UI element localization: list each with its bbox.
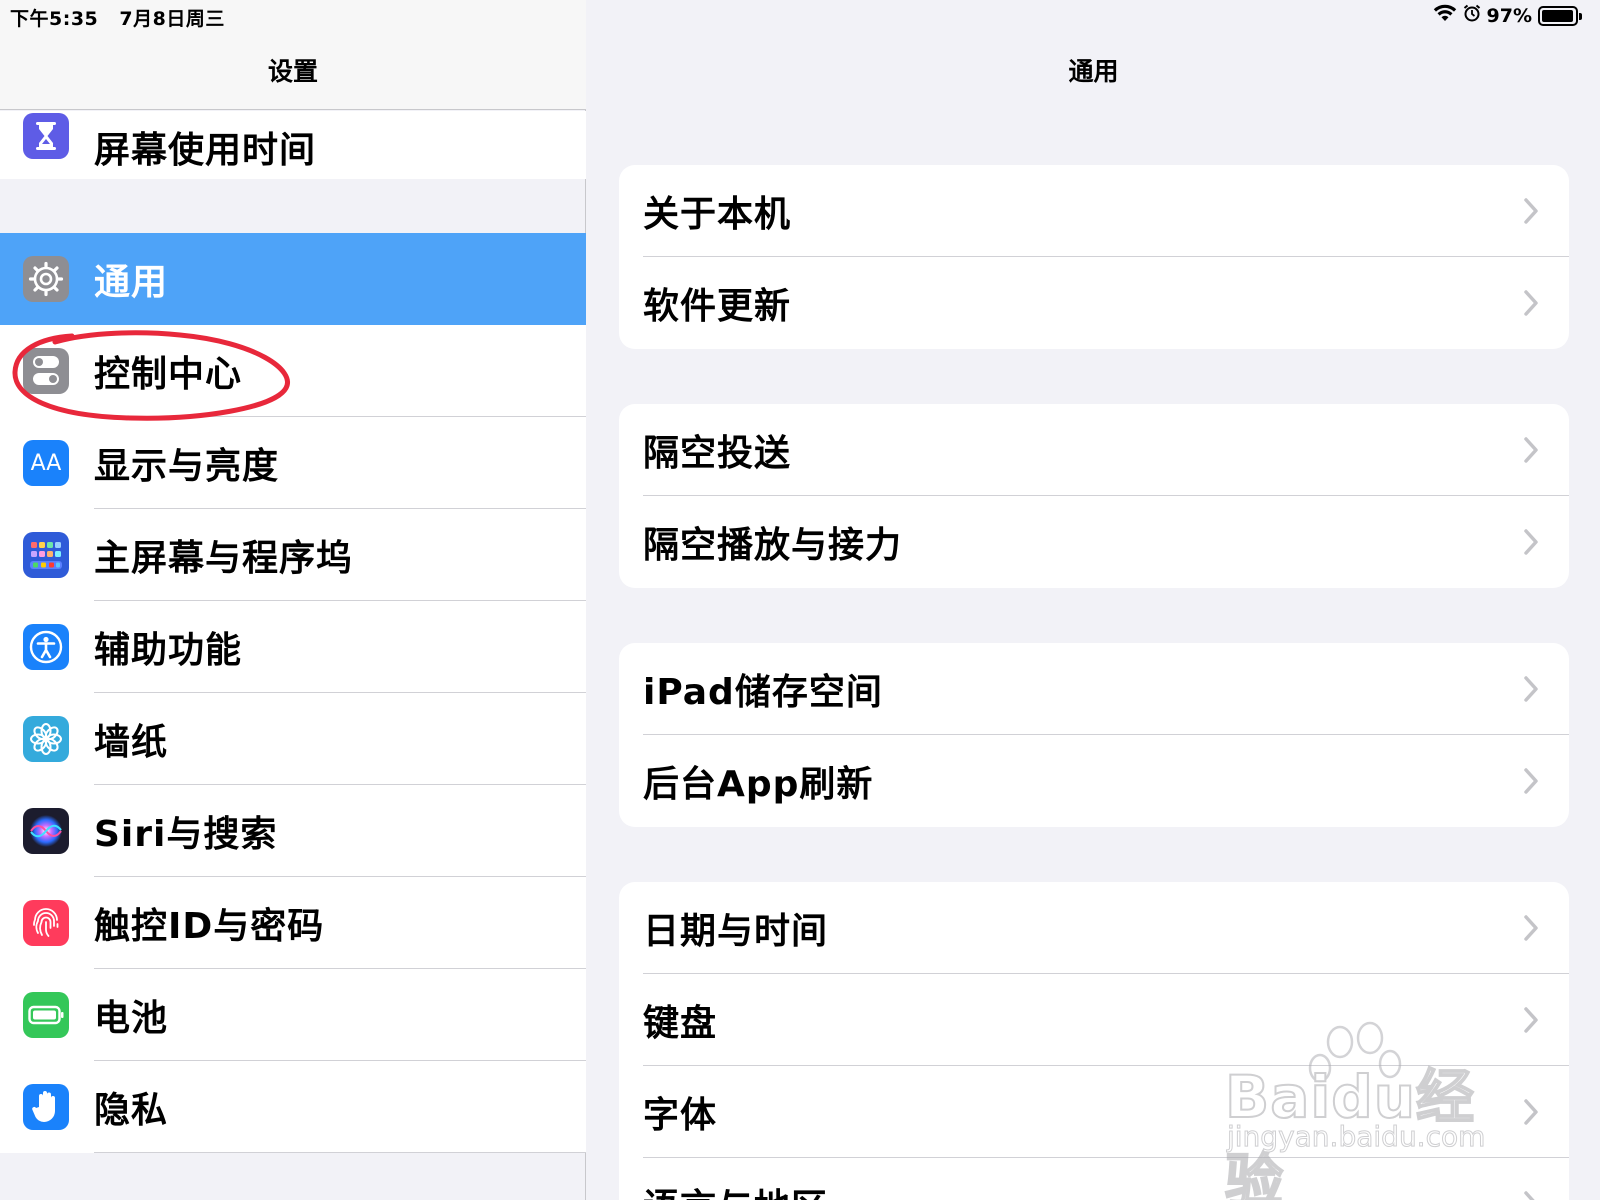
chevron-right-icon [1524, 529, 1538, 555]
alarm-icon [1463, 4, 1481, 27]
sidebar-item-label: 电池 [94, 998, 169, 1039]
row-label: 键盘 [643, 1003, 718, 1044]
sidebar-item-label: 触控ID与密码 [94, 906, 325, 947]
sidebar-group-top: 屏幕使用时间 [0, 111, 586, 179]
row-label: 日期与时间 [643, 911, 829, 952]
battery-icon [23, 992, 69, 1038]
siri-icon [23, 808, 69, 854]
battery-percent: 97% [1486, 4, 1532, 27]
sidebar-item-label: 控制中心 [94, 354, 243, 395]
fingerprint-icon [23, 900, 69, 946]
status-right: 97% [1433, 4, 1582, 27]
hand-icon [23, 1084, 69, 1130]
chevron-right-icon [1524, 1191, 1535, 1200]
sidebar-item-battery[interactable]: 电池 [0, 969, 586, 1061]
row-background-app-refresh[interactable]: 后台App刷新 [619, 735, 1569, 827]
sidebar-item-label: 隐私 [94, 1090, 169, 1131]
sidebar-item-privacy[interactable]: 隐私 [0, 1061, 586, 1153]
settings-sidebar: 设置 屏幕使用时间 通用 控制中心 AA 显示与亮度 主屏幕与程序坞 辅助功能 … [0, 0, 586, 1200]
row-label: 隔空播放与接力 [643, 525, 903, 566]
sidebar-item-siri[interactable]: Siri与搜索 [0, 785, 586, 877]
chevron-right-icon [1524, 1099, 1538, 1125]
chevron-right-icon [1524, 437, 1538, 463]
sidebar-item-label: 显示与亮度 [94, 446, 280, 487]
row-keyboard[interactable]: 键盘 [619, 974, 1569, 1066]
row-airplay-handoff[interactable]: 隔空播放与接力 [619, 496, 1569, 588]
flower-icon [23, 716, 69, 762]
row-label: iPad储存空间 [643, 672, 883, 713]
row-label: 软件更新 [643, 286, 792, 327]
row-label: 后台App刷新 [643, 764, 874, 805]
row-language-region[interactable]: 语言与地区 [619, 1158, 1569, 1200]
row-label: 字体 [643, 1095, 718, 1136]
accessibility-icon [23, 624, 69, 670]
settings-card-date-keyboard: 日期与时间 键盘 字体 语言与地区 [619, 882, 1569, 1200]
sidebar-item-screen-time[interactable]: 屏幕使用时间 [0, 111, 586, 179]
detail-title: 通用 [1068, 57, 1119, 86]
row-ipad-storage[interactable]: iPad储存空间 [619, 643, 1569, 735]
row-label: 语言与地区 [643, 1178, 828, 1200]
status-bar: 下午5:35 7月8日周三 97% [0, 0, 1600, 32]
battery-indicator [1538, 5, 1582, 26]
status-left: 下午5:35 7月8日周三 [10, 4, 239, 31]
chevron-right-icon [1524, 915, 1538, 941]
sidebar-item-control-center[interactable]: 控制中心 [0, 325, 586, 417]
chevron-right-icon [1524, 768, 1538, 794]
battery-fill [1542, 9, 1574, 22]
detail-pane: 通用 关于本机 软件更新 隔空投送 隔空播放与接力 iPad储存空间 后台App… [587, 0, 1600, 1200]
text-size-icon-glyph: AA [30, 450, 62, 476]
wifi-icon [1433, 4, 1457, 27]
settings-card-about: 关于本机 软件更新 [619, 165, 1569, 349]
sidebar-item-home-screen[interactable]: 主屏幕与程序坞 [0, 509, 586, 601]
sidebar-item-display[interactable]: AA 显示与亮度 [0, 417, 586, 509]
toggles-icon [23, 348, 69, 394]
settings-card-storage: iPad储存空间 后台App刷新 [619, 643, 1569, 827]
chevron-right-icon [1524, 1007, 1538, 1033]
row-date-time[interactable]: 日期与时间 [619, 882, 1569, 974]
sidebar-item-label: 屏幕使用时间 [94, 130, 317, 171]
sidebar-item-label: 通用 [94, 262, 169, 303]
chevron-right-icon [1524, 290, 1538, 316]
status-date: 7月8日周三 [119, 8, 225, 30]
row-airdrop[interactable]: 隔空投送 [619, 404, 1569, 496]
ipad-settings-screen: 下午5:35 7月8日周三 97% 设置 屏幕使用时间 通用 控制中心 AA 显… [0, 0, 1600, 1200]
gear-icon [23, 256, 69, 302]
sidebar-title: 设置 [267, 57, 318, 86]
sidebar-item-label: Siri与搜索 [94, 814, 278, 855]
row-software-update[interactable]: 软件更新 [619, 257, 1569, 349]
text-size-icon: AA [23, 440, 69, 486]
row-label: 隔空投送 [643, 433, 792, 474]
sidebar-item-touch-id[interactable]: 触控ID与密码 [0, 877, 586, 969]
row-fonts[interactable]: 字体 [619, 1066, 1569, 1158]
sidebar-item-label: 墙纸 [94, 722, 169, 763]
row-divider [94, 1152, 586, 1153]
hourglass-icon [23, 113, 69, 159]
sidebar-item-accessibility[interactable]: 辅助功能 [0, 601, 586, 693]
chevron-right-icon [1524, 198, 1538, 224]
app-grid-icon [23, 532, 69, 578]
status-time: 下午5:35 [10, 8, 99, 30]
settings-card-airdrop: 隔空投送 隔空播放与接力 [619, 404, 1569, 588]
sidebar-item-general[interactable]: 通用 [0, 233, 586, 325]
sidebar-item-label: 辅助功能 [94, 630, 243, 671]
row-about[interactable]: 关于本机 [619, 165, 1569, 257]
row-label: 关于本机 [643, 194, 792, 235]
sidebar-item-label: 主屏幕与程序坞 [94, 538, 354, 579]
chevron-right-icon [1524, 676, 1538, 702]
sidebar-group-main: 通用 控制中心 AA 显示与亮度 主屏幕与程序坞 辅助功能 墙纸 Siri与搜索… [0, 233, 586, 1153]
sidebar-item-wallpaper[interactable]: 墙纸 [0, 693, 586, 785]
